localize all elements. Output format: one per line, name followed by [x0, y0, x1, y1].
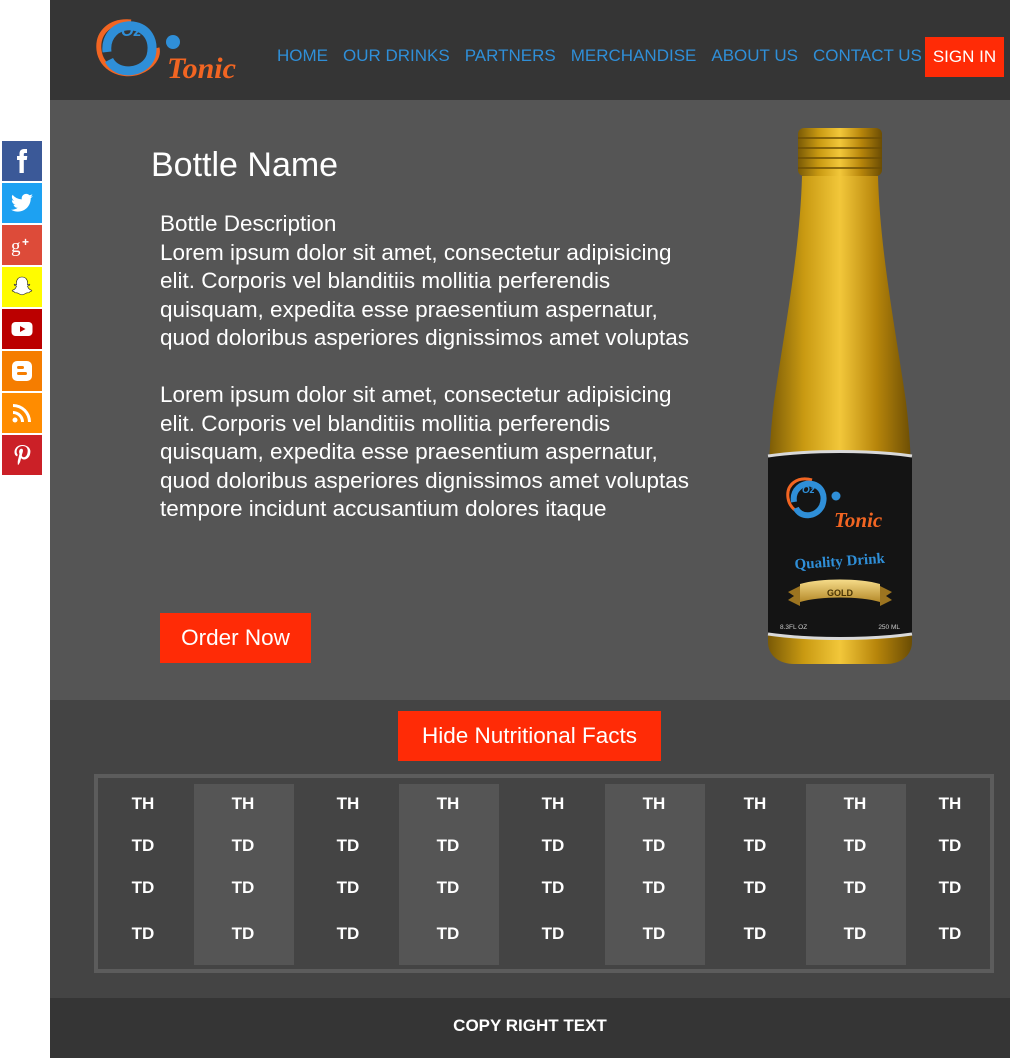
table-header-cell: TH — [938, 794, 962, 813]
order-now-button[interactable]: Order Now — [160, 613, 311, 663]
svg-text:Oz: Oz — [802, 485, 815, 496]
table-cell: TD — [336, 878, 360, 897]
table-cell: TD — [541, 836, 565, 855]
table-cell: TD — [843, 836, 867, 855]
table-header-cell: TH — [743, 794, 767, 813]
table-header-cell: TH — [336, 794, 360, 813]
product-title: Bottle Name — [151, 146, 339, 184]
table-cell: TD — [231, 878, 255, 897]
description-paragraph-2: Lorem ipsum dolor sit amet, consectetur … — [160, 382, 690, 521]
svg-text:Tonic: Tonic — [834, 508, 883, 532]
table-cell: TD — [231, 836, 255, 855]
bottle-image: Oz Tonic Quality Drink GOLD 8.3FL OZ 250… — [767, 128, 913, 664]
table-cell: TD — [231, 924, 255, 943]
table-cell: TD — [938, 878, 962, 897]
youtube-link[interactable] — [2, 309, 42, 349]
table-cell: TD — [131, 924, 155, 943]
table-header-cell: TH — [131, 794, 155, 813]
table-cell: TD — [743, 878, 767, 897]
table-cell: TD — [131, 878, 155, 897]
snapchat-link[interactable] — [2, 267, 42, 307]
site-footer: COPY RIGHT TEXT — [50, 998, 1010, 1058]
table-cell: TD — [743, 836, 767, 855]
nutrition-section: Hide Nutritional Facts TH TH TH TH TH TH TH TH T… — [50, 700, 1010, 998]
main-column: Oz Tonic HOME OUR DRINKS PARTNERS MERCHA… — [50, 0, 1010, 1058]
sign-in-button[interactable]: SIGN IN — [925, 37, 1004, 77]
table-cell: TD — [436, 878, 460, 897]
oz-tonic-logo[interactable]: Oz Tonic — [95, 12, 245, 86]
facebook-link[interactable] — [2, 141, 42, 181]
nutrition-table: TH TH TH TH TH TH TH TH TH TD TD TD TD TD TD TD TD TD TD TD… — [94, 774, 994, 973]
table-cell: TD — [843, 924, 867, 943]
nav-merchandise[interactable]: MERCHANDISE — [571, 46, 697, 66]
pinterest-icon — [14, 445, 31, 466]
nav-our-drinks[interactable]: OUR DRINKS — [343, 46, 450, 66]
table-header-cell: TH — [843, 794, 867, 813]
twitter-link[interactable] — [2, 183, 42, 223]
table-cell: TD — [938, 924, 962, 943]
google-plus-link[interactable]: g + — [2, 225, 42, 265]
table-cell: TD — [436, 836, 460, 855]
table-header-cell: TH — [436, 794, 460, 813]
main-nav: HOME OUR DRINKS PARTNERS MERCHANDISE ABO… — [277, 46, 937, 66]
svg-text:g: g — [11, 236, 21, 257]
twitter-icon — [11, 193, 33, 212]
hide-nutritional-facts-button[interactable]: Hide Nutritional Facts — [398, 711, 661, 761]
google-plus-icon: g + — [11, 235, 29, 257]
table-header-cell: TH — [541, 794, 565, 813]
description-heading: Bottle Description — [160, 211, 337, 236]
table-cell: TD — [336, 836, 360, 855]
table-header-cell: TH — [642, 794, 666, 813]
blogger-icon — [12, 361, 32, 381]
youtube-icon — [11, 322, 33, 336]
pinterest-link[interactable] — [2, 435, 42, 475]
product-description: Bottle Description Lorem ipsum dolor sit… — [160, 210, 700, 552]
rss-link[interactable] — [2, 393, 42, 433]
rss-icon — [12, 404, 31, 423]
table-cell: TD — [131, 836, 155, 855]
nav-contact-us[interactable]: CONTACT US — [813, 46, 922, 66]
social-sidebar: g + — [2, 141, 42, 477]
svg-text:+: + — [22, 235, 29, 249]
table-cell: TD — [938, 836, 962, 855]
nav-home[interactable]: HOME — [277, 46, 328, 66]
svg-text:GOLD: GOLD — [827, 588, 853, 598]
nav-partners[interactable]: PARTNERS — [465, 46, 556, 66]
copyright-text: COPY RIGHT TEXT — [453, 1016, 607, 1035]
table-cell: TD — [642, 924, 666, 943]
table-cell: TD — [642, 836, 666, 855]
svg-text:8.3FL OZ: 8.3FL OZ — [780, 624, 807, 631]
table-cell: TD — [541, 878, 565, 897]
table-cell: TD — [642, 878, 666, 897]
table-cell: TD — [436, 924, 460, 943]
table-header-cell: TH — [231, 794, 255, 813]
table-cell: TD — [541, 924, 565, 943]
description-paragraph-1: Lorem ipsum dolor sit amet, consectetur … — [160, 239, 690, 351]
table-cell: TD — [743, 924, 767, 943]
svg-text:Tonic: Tonic — [167, 52, 236, 85]
snapchat-icon — [11, 276, 33, 296]
table-cell: TD — [843, 878, 867, 897]
nav-about-us[interactable]: ABOUT US — [711, 46, 798, 66]
table-cell: TD — [336, 924, 360, 943]
facebook-icon — [17, 149, 28, 173]
site-header: Oz Tonic HOME OUR DRINKS PARTNERS MERCHA… — [50, 0, 1010, 100]
blogger-link[interactable] — [2, 351, 42, 391]
svg-text:Oz: Oz — [121, 23, 141, 40]
svg-text:250 ML: 250 ML — [878, 624, 900, 631]
